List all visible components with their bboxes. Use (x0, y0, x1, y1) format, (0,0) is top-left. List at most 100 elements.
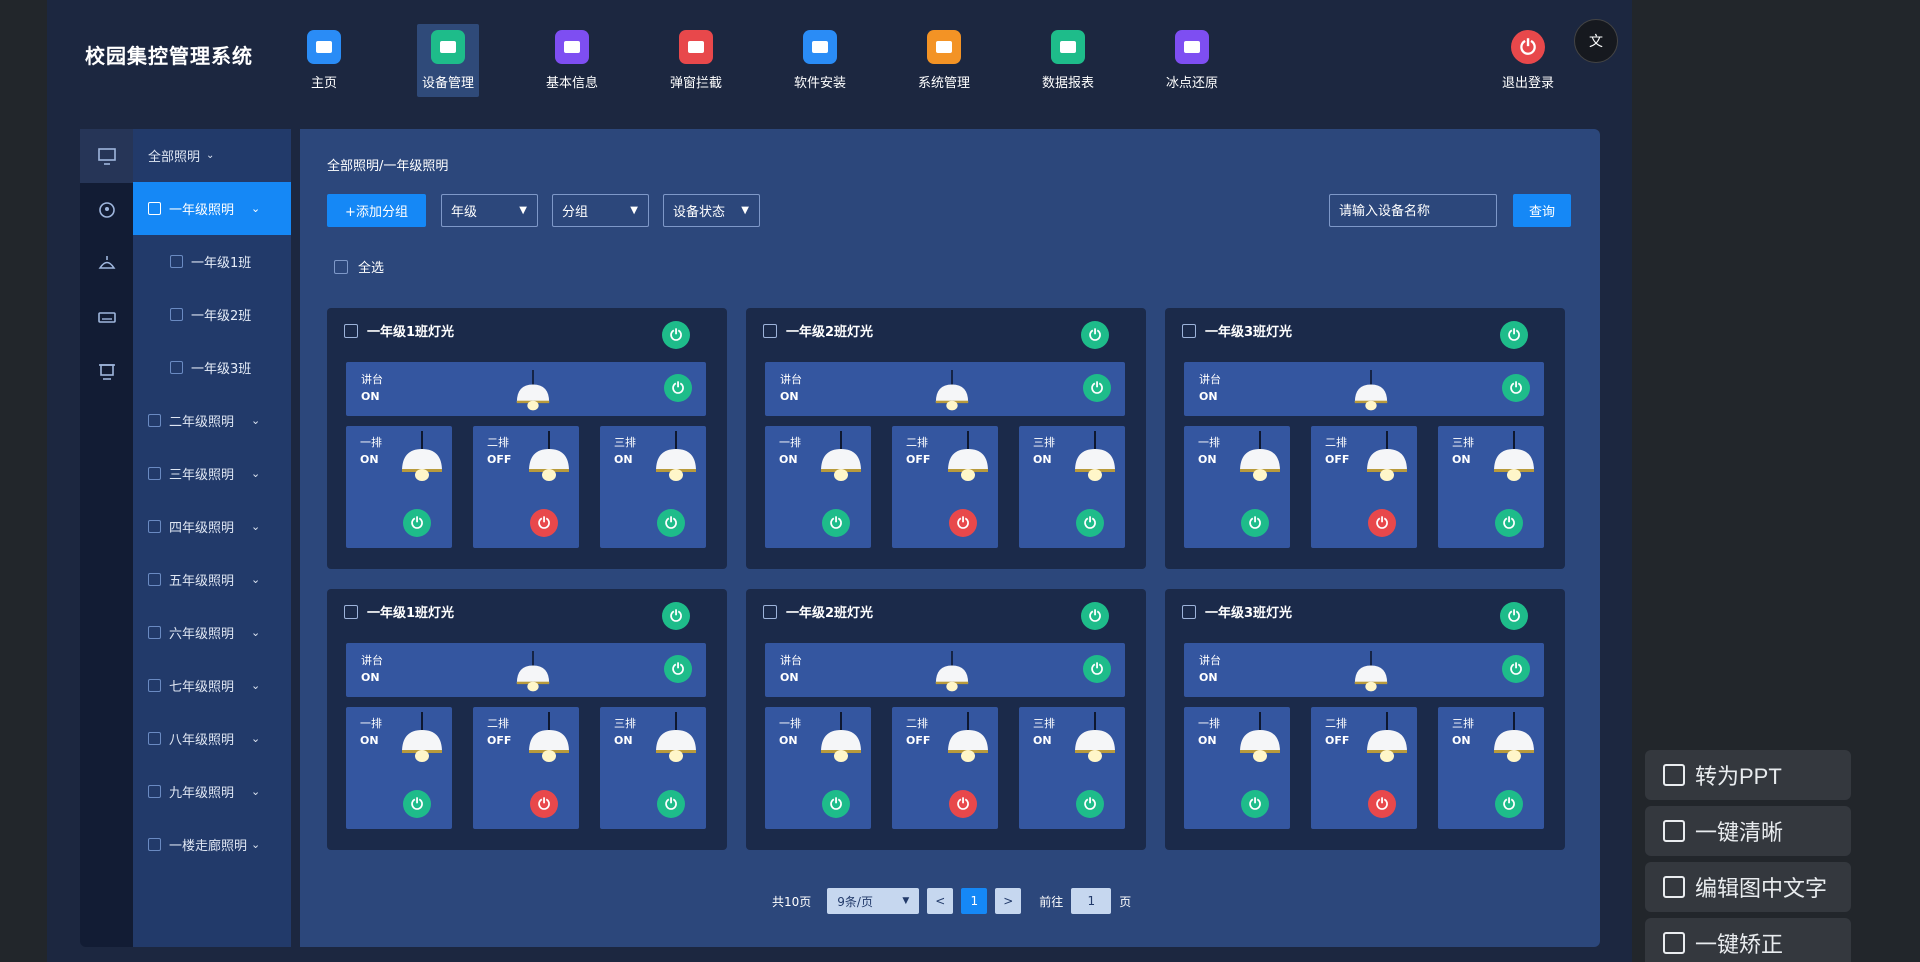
tree-item-checkbox[interactable] (148, 785, 161, 798)
chevron-down-icon[interactable]: ⌄ (251, 732, 260, 745)
select-all-checkbox[interactable] (334, 259, 348, 274)
row-power-button[interactable]: ⏻ (1495, 790, 1523, 818)
tree-item[interactable]: 二年级照明 ⌄ (133, 394, 291, 447)
tree-item-checkbox[interactable] (148, 626, 161, 639)
tree-item-checkbox[interactable] (148, 838, 161, 851)
next-page-button[interactable]: > (995, 888, 1022, 914)
page-size-select[interactable]: 9条/页 ▼ (827, 888, 920, 914)
nav-item[interactable]: 弹窗拦截 (665, 24, 727, 97)
tree-item[interactable]: 一年级照明 ⌄ (133, 182, 291, 235)
nav-item[interactable]: 主页 (293, 24, 355, 97)
query-button[interactable]: 查询 (1513, 194, 1571, 227)
chevron-down-icon[interactable]: ⌄ (251, 520, 260, 533)
tree-item-checkbox[interactable] (148, 679, 161, 692)
rail-item-projector[interactable] (80, 345, 133, 399)
add-group-button[interactable]: +添加分组 (327, 194, 426, 227)
podium-power-button[interactable]: ⏻ (1502, 374, 1530, 402)
edit-text-button[interactable]: 编辑图中文字 (1645, 862, 1851, 912)
group-select[interactable]: 分组 ▼ (552, 194, 649, 227)
page-number-button[interactable]: 1 (961, 888, 988, 914)
device-card-checkbox[interactable] (763, 323, 777, 338)
row-power-button[interactable]: ⏻ (403, 509, 431, 537)
row-power-button[interactable]: ⏻ (1241, 790, 1269, 818)
row-power-button[interactable]: ⏻ (657, 790, 685, 818)
tree-item[interactable]: 一年级3班 (133, 341, 291, 394)
nav-item[interactable]: 基本信息 (541, 24, 603, 97)
select-all[interactable]: 全选 (334, 257, 384, 276)
tree-item[interactable]: 八年级照明 ⌄ (133, 712, 291, 765)
podium-power-button[interactable]: ⏻ (664, 374, 692, 402)
tree-item[interactable]: 一年级1班 (133, 235, 291, 288)
tree-item[interactable]: 七年级照明 ⌄ (133, 659, 291, 712)
row-power-button[interactable]: ⏻ (530, 509, 558, 537)
row-power-button[interactable]: ⏻ (657, 509, 685, 537)
row-power-button[interactable]: ⏻ (822, 509, 850, 537)
row-power-button[interactable]: ⏻ (530, 790, 558, 818)
tree-item-checkbox[interactable] (170, 361, 183, 374)
master-power-button[interactable]: ⏻ (662, 602, 690, 630)
prev-page-button[interactable]: < (927, 888, 954, 914)
rail-item-lighting[interactable] (80, 237, 133, 291)
nav-item[interactable]: 冰点还原 (1161, 24, 1223, 97)
tree-item-checkbox[interactable] (170, 255, 183, 268)
chevron-down-icon[interactable]: ⌄ (251, 202, 260, 215)
rail-item-aircon[interactable] (80, 291, 133, 345)
chevron-down-icon[interactable]: ⌄ (251, 838, 260, 851)
tree-item[interactable]: 一年级2班 (133, 288, 291, 341)
rail-item-computer[interactable] (80, 129, 133, 183)
row-power-button[interactable]: ⏻ (1368, 790, 1396, 818)
grade-select[interactable]: 年级 ▼ (441, 194, 538, 227)
nav-item[interactable]: 系统管理 (913, 24, 975, 97)
tree-filter-dropdown[interactable]: 全部照明 ⌄ (133, 129, 291, 182)
row-power-button[interactable]: ⏻ (403, 790, 431, 818)
tree-item[interactable]: 四年级照明 ⌄ (133, 500, 291, 553)
chevron-down-icon[interactable]: ⌄ (251, 414, 260, 427)
chevron-down-icon[interactable]: ⌄ (251, 785, 260, 798)
convert-ppt-button[interactable]: 转为PPT (1645, 750, 1851, 800)
chevron-down-icon[interactable]: ⌄ (251, 467, 260, 480)
device-card-checkbox[interactable] (763, 604, 777, 619)
row-power-button[interactable]: ⏻ (1076, 509, 1104, 537)
rail-item-camera[interactable] (80, 183, 133, 237)
nav-item[interactable]: 设备管理 (417, 24, 479, 97)
tree-item-checkbox[interactable] (148, 732, 161, 745)
device-card-checkbox[interactable] (344, 323, 358, 338)
tree-item[interactable]: 九年级照明 ⌄ (133, 765, 291, 818)
chevron-down-icon[interactable]: ⌄ (251, 679, 260, 692)
device-card-checkbox[interactable] (1182, 323, 1196, 338)
tree-item-checkbox[interactable] (148, 573, 161, 586)
goto-page-input[interactable]: 1 (1071, 888, 1112, 914)
podium-power-button[interactable]: ⏻ (1502, 655, 1530, 683)
tree-item-checkbox[interactable] (170, 308, 183, 321)
row-power-button[interactable]: ⏻ (949, 790, 977, 818)
row-power-button[interactable]: ⏻ (1076, 790, 1104, 818)
row-power-button[interactable]: ⏻ (1495, 509, 1523, 537)
row-power-button[interactable]: ⏻ (1368, 509, 1396, 537)
tree-item-checkbox[interactable] (148, 202, 161, 215)
chevron-down-icon[interactable]: ⌄ (251, 626, 260, 639)
nav-item[interactable]: 数据报表 (1037, 24, 1099, 97)
podium-power-button[interactable]: ⏻ (664, 655, 692, 683)
enhance-button[interactable]: 一键清晰 (1645, 806, 1851, 856)
master-power-button[interactable]: ⏻ (1081, 602, 1109, 630)
master-power-button[interactable]: ⏻ (1500, 321, 1528, 349)
podium-power-button[interactable]: ⏻ (1083, 374, 1111, 402)
correct-button[interactable]: 一键矫正 (1645, 918, 1851, 962)
device-card-checkbox[interactable] (1182, 604, 1196, 619)
row-power-button[interactable]: ⏻ (949, 509, 977, 537)
logout-button[interactable]: ⏻ 退出登录 (1497, 24, 1559, 97)
tree-item[interactable]: 五年级照明 ⌄ (133, 553, 291, 606)
tree-item[interactable]: 三年级照明 ⌄ (133, 447, 291, 500)
master-power-button[interactable]: ⏻ (1081, 321, 1109, 349)
chevron-down-icon[interactable]: ⌄ (251, 573, 260, 586)
tree-item[interactable]: 六年级照明 ⌄ (133, 606, 291, 659)
nav-item[interactable]: 软件安装 (789, 24, 851, 97)
master-power-button[interactable]: ⏻ (1500, 602, 1528, 630)
status-select[interactable]: 设备状态 ▼ (663, 194, 760, 227)
device-search-input[interactable] (1329, 194, 1497, 227)
tree-item-checkbox[interactable] (148, 520, 161, 533)
device-card-checkbox[interactable] (344, 604, 358, 619)
tree-item-checkbox[interactable] (148, 414, 161, 427)
tree-item[interactable]: 一楼走廊照明 ⌄ (133, 818, 291, 871)
row-power-button[interactable]: ⏻ (822, 790, 850, 818)
